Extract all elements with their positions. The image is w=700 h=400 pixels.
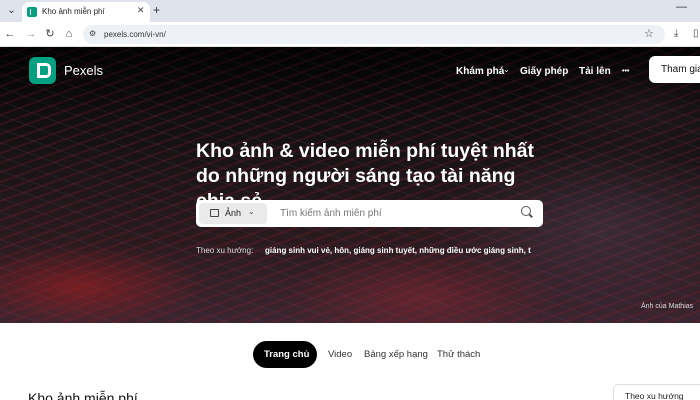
brand-name[interactable]: Pexels — [64, 63, 103, 78]
image-icon — [210, 209, 219, 217]
browser-tab[interactable]: Kho ảnh miễn phí ✕ — [22, 2, 150, 22]
trending-label: Theo xu hướng: — [196, 246, 254, 255]
side-panel-icon[interactable]: ▯ — [693, 28, 699, 40]
reload-icon[interactable]: ↻ — [43, 27, 57, 41]
back-icon[interactable]: ← — [3, 27, 17, 41]
trending-row: Theo xu hướng: giáng sinh vui vẻ, hôn, g… — [196, 246, 531, 255]
tab-video[interactable]: Video — [328, 349, 352, 360]
bookmark-star-icon[interactable]: ☆ — [644, 27, 654, 40]
sort-dropdown[interactable]: Theo xu hướng — [613, 384, 700, 400]
home-icon[interactable]: ⌂ — [62, 27, 76, 41]
tab-search-icon[interactable]: ⌄ — [4, 3, 19, 18]
media-type-label: Ảnh — [225, 208, 242, 218]
nav-explore-label: Khám phá — [456, 66, 505, 77]
content-tabs: Trang chủ Video Bảng xếp hạng Thử thách … — [0, 323, 700, 400]
sort-label: Theo xu hướng — [625, 391, 684, 400]
url-text: pexels.com/vi-vn/ — [104, 30, 166, 39]
more-icon[interactable]: ••• — [622, 68, 629, 75]
minimize-icon[interactable]: — — [676, 1, 687, 13]
download-icon[interactable]: ⤓ — [674, 28, 678, 40]
search-bar: Ảnh ⌄ — [196, 200, 543, 227]
forward-icon[interactable]: → — [24, 27, 38, 41]
pexels-favicon-icon — [27, 7, 37, 17]
address-bar[interactable]: ⚙ pexels.com/vi-vn/ ☆ — [83, 25, 665, 44]
tab-title: Kho ảnh miễn phí — [42, 7, 105, 16]
section-title: Kho ảnh miễn phí — [28, 390, 138, 400]
nav-license[interactable]: Giấy phép — [520, 66, 568, 77]
nav-explore[interactable]: Khám phá ⌄ — [456, 65, 510, 77]
tab-challenges[interactable]: Thử thách — [437, 349, 480, 360]
chevron-down-icon: ⌄ — [248, 207, 255, 216]
media-type-dropdown[interactable]: Ảnh ⌄ — [199, 203, 267, 224]
photo-credit[interactable]: Ảnh của Mathias — [641, 303, 693, 310]
nav-upload[interactable]: Tải lên — [579, 66, 611, 77]
trending-terms[interactable]: giáng sinh vui vẻ, hôn, giáng sinh tuyết… — [265, 246, 531, 255]
pexels-logo-icon[interactable] — [29, 57, 56, 84]
tab-home-label: Trang chủ — [264, 349, 310, 360]
search-icon[interactable] — [521, 206, 531, 216]
new-tab-icon[interactable]: + — [153, 3, 160, 17]
tab-leaderboard[interactable]: Bảng xếp hạng — [364, 349, 428, 360]
join-button[interactable]: Tham gia — [649, 56, 700, 83]
close-icon[interactable]: ✕ — [137, 5, 145, 16]
hero-banner: Pexels Khám phá ⌄ Giấy phép Tải lên ••• … — [0, 47, 700, 323]
page: ⌄ Kho ảnh miễn phí ✕ + — ← → ↻ ⌂ ⚙ pexel… — [0, 0, 700, 400]
browser-tabbar: ⌄ Kho ảnh miễn phí ✕ + — — [0, 0, 700, 22]
search-input[interactable] — [280, 204, 510, 223]
join-button-label: Tham gia — [661, 64, 700, 75]
browser-toolbar: ← → ↻ ⌂ ⚙ pexels.com/vi-vn/ ☆ ⤓ ▯ — [0, 22, 700, 47]
chevron-down-icon: ⌄ — [503, 65, 510, 74]
tab-home[interactable]: Trang chủ — [253, 341, 317, 368]
site-info-icon[interactable]: ⚙ — [89, 29, 99, 39]
